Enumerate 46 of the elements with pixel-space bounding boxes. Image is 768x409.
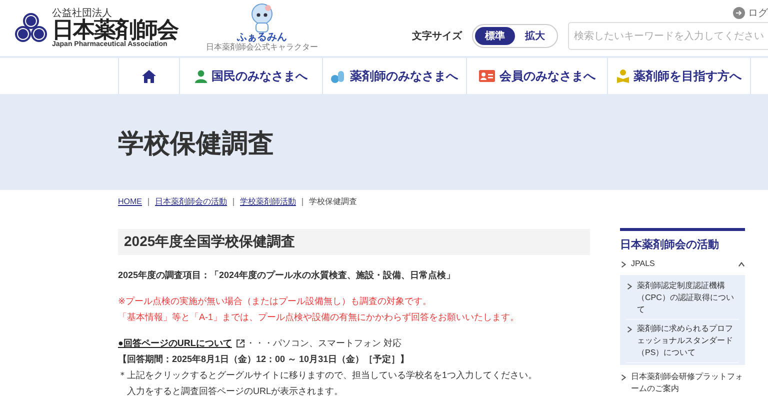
person-icon [194, 70, 206, 82]
chevron-right-icon [620, 261, 627, 268]
breadcrumb-link[interactable]: 日本薬剤師会の活動 [155, 196, 227, 207]
instruction-text: ＊上記をクリックするとグーグルサイトに移りますので、担当している学校名を1つ入力してください。 [118, 369, 538, 382]
nav-link[interactable]: 薬剤師のみなさまへ [322, 58, 466, 94]
breadcrumb-current: 学校保健調査 [309, 196, 357, 207]
breadcrumb-link[interactable]: 学校薬剤師活動 [240, 196, 296, 207]
chevron-right-icon [626, 283, 633, 290]
org-type: 公益社団法人 [52, 8, 112, 18]
survey-items-text: 2025年度の調査項目：「2024年度のプール水の水質検査、施設・設備、日常点検」 [118, 269, 456, 282]
nav-link[interactable]: 国民のみなさまへ [179, 58, 322, 94]
mascot-caption: 日本薬剤師会公式キャラクター [206, 44, 318, 52]
device-support-text: ・・・パソコン、スマートフォン 対応 [246, 337, 402, 350]
search-field[interactable]: 検索したいキーワードを入力してください [568, 22, 768, 50]
font-size-option[interactable]: 拡大 [515, 27, 555, 45]
sidebar-item[interactable]: JPALS [620, 256, 745, 272]
mascot-name: ふぁるみん [237, 32, 287, 42]
section-heading: 2025年度全国学校保健調査 [118, 229, 590, 255]
answer-period-text: 【回答期間：2025年8月1日（金）12：00 ～ 10月31日（金）［予定］】 [118, 353, 410, 366]
chevron-up-icon [738, 261, 745, 268]
external-link-icon [236, 338, 245, 348]
nav-link[interactable]: 会員のみなさまへ [466, 58, 607, 94]
id-card-icon [478, 70, 494, 82]
font-size-option[interactable]: 標準 [475, 27, 515, 45]
notice-text: 「基本情報」等と「A-1」までは、プール点検や設備の有無にかかわらず回答をお願いいたします。 [118, 311, 520, 324]
login-icon [733, 7, 745, 19]
breadcrumb-link[interactable]: HOME [118, 197, 142, 206]
sidebar-title: 日本薬剤師会の活動 [620, 228, 745, 252]
url-info-link[interactable]: ●回答ページのURLについて [118, 335, 232, 351]
chevron-right-icon [626, 326, 633, 333]
chevron-right-icon [620, 374, 627, 381]
pills-icon [331, 70, 345, 82]
mascot-drawing [249, 2, 275, 32]
sidebar-item[interactable]: 日本薬剤師会研修プラットフォームのご案内 [620, 369, 745, 397]
home-icon [142, 70, 156, 82]
nav-link[interactable]: 薬剤師を目指す方へ [607, 58, 751, 94]
notice-text: ※プール点検の実施が無い場合（またはプール設備無し）も調査の対象です。 [118, 295, 433, 308]
submenu-item[interactable]: 薬剤師認定制度認証機構（CPC）の認証取得について [626, 277, 739, 320]
instruction-text: 入力をすると調査回答ページのURLが表示されます。 [126, 385, 344, 398]
org-name: 日本薬剤師会 [52, 18, 178, 40]
logo-icon [14, 12, 48, 44]
student-reading-icon [616, 69, 628, 83]
font-size-label: 文字サイズ [412, 29, 462, 43]
submenu-item[interactable]: 薬剤師に求められるプロフェッショナルスタンダード（PS）について [626, 320, 739, 363]
page-title: 学校保健調査 [118, 126, 274, 160]
login-link[interactable]: ログ [748, 6, 768, 20]
